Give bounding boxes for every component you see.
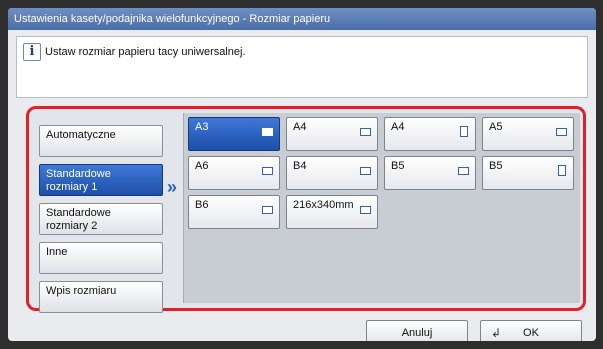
- landscape-icon: [262, 128, 273, 136]
- paper-a5-button[interactable]: A5: [482, 117, 574, 151]
- paper-selection-area: Automatyczne Standardowe rozmiary 1 Stan…: [26, 106, 586, 313]
- paper-b6-button[interactable]: B6: [188, 195, 280, 229]
- ok-button[interactable]: ↲ OK: [480, 320, 582, 341]
- landscape-icon: [360, 128, 371, 136]
- landscape-icon: [262, 206, 273, 214]
- paper-size-grid: A3 A4 A4 A5 A6 B4 B5 B5 B6 216x340mm: [183, 113, 580, 303]
- paper-b4-button[interactable]: B4: [286, 156, 378, 190]
- landscape-icon: [458, 167, 469, 175]
- category-size-entry-button[interactable]: Wpis rozmiaru: [39, 281, 163, 313]
- paper-216x340mm-button[interactable]: 216x340mm: [286, 195, 378, 229]
- dialog-panel: Ustawienia kasety/podajnika wielofunkcyj…: [8, 8, 596, 341]
- landscape-icon: [360, 206, 371, 214]
- message-box: i Ustaw rozmiar papieru tacy uniwersalne…: [16, 36, 588, 98]
- category-automatic-button[interactable]: Automatyczne: [39, 125, 163, 157]
- category-standard-1-button[interactable]: Standardowe rozmiary 1: [39, 164, 163, 196]
- landscape-icon: [360, 167, 371, 175]
- paper-a3-button[interactable]: A3: [188, 117, 280, 151]
- category-standard-2-button[interactable]: Standardowe rozmiary 2: [39, 203, 163, 235]
- landscape-icon: [262, 167, 273, 175]
- paper-b5-landscape-button[interactable]: B5: [384, 156, 476, 190]
- landscape-icon: [556, 128, 567, 136]
- cancel-button[interactable]: Anuluj: [366, 320, 468, 341]
- selection-arrow-icon: »: [167, 177, 178, 197]
- portrait-icon: [558, 165, 566, 176]
- portrait-icon: [460, 126, 468, 137]
- paper-a6-button[interactable]: A6: [188, 156, 280, 190]
- info-icon: i: [23, 43, 41, 61]
- paper-b5-portrait-button[interactable]: B5: [482, 156, 574, 190]
- window-title: Ustawienia kasety/podajnika wielofunkcyj…: [8, 8, 596, 30]
- enter-icon: ↲: [491, 326, 502, 340]
- paper-a4-portrait-button[interactable]: A4: [384, 117, 476, 151]
- paper-a4-landscape-button[interactable]: A4: [286, 117, 378, 151]
- message-text: Ustaw rozmiar papieru tacy uniwersalnej.: [45, 46, 246, 58]
- category-other-button[interactable]: Inne: [39, 242, 163, 274]
